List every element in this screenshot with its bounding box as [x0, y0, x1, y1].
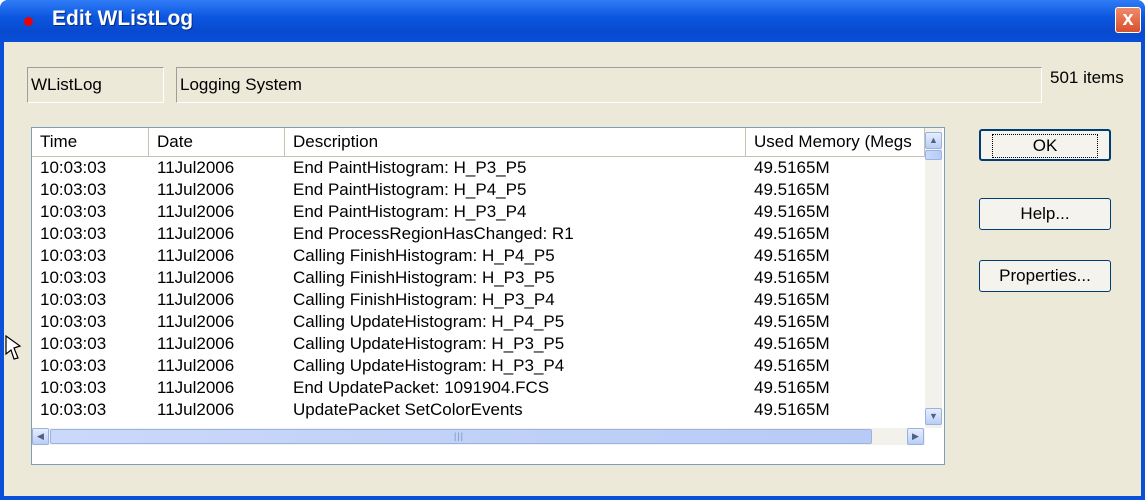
- cell-description: End PaintHistogram: H_P3_P4: [293, 202, 527, 221]
- scroll-right-button[interactable]: ▶: [907, 428, 924, 445]
- list-row[interactable]: 10:03:03 11Jul2006 UpdatePacket SetColorEv…: [32, 399, 942, 421]
- arrow-left-icon: ◀: [37, 431, 44, 441]
- scroll-grip: |||: [454, 431, 465, 441]
- vertical-scroll-thumb[interactable]: [925, 150, 942, 160]
- list-row[interactable]: 10:03:03 11Jul2006 End PaintHistogram: H_P…: [32, 179, 942, 201]
- list-rows: 10:03:03 11Jul2006 End PaintHistogram: H_P…: [32, 157, 942, 428]
- cell-time: 10:03:03: [40, 268, 107, 287]
- help-button[interactable]: Help...: [979, 198, 1111, 230]
- list-row[interactable]: 10:03:03 11Jul2006 End PaintHistogram: H_P…: [32, 157, 942, 179]
- cell-time: 10:03:03: [40, 246, 107, 265]
- cell-time: 10:03:03: [40, 378, 107, 397]
- cell-description: End PaintHistogram: H_P4_P5: [293, 180, 527, 199]
- arrow-down-icon: ▼: [929, 411, 938, 421]
- arrow-up-icon: ▲: [929, 135, 938, 145]
- cell-date: 11Jul2006: [157, 290, 235, 309]
- cell-memory: 49.5165M: [754, 224, 830, 243]
- arrow-right-icon: ▶: [912, 431, 919, 441]
- cell-memory: 49.5165M: [754, 312, 830, 331]
- list-row[interactable]: 10:03:03 11Jul2006 End ProcessRegionHasCha…: [32, 223, 942, 245]
- close-icon: x: [1122, 8, 1134, 30]
- cell-memory: 49.5165M: [754, 180, 830, 199]
- scroll-left-button[interactable]: ◀: [32, 428, 49, 445]
- cell-date: 11Jul2006: [157, 202, 235, 221]
- scroll-up-button[interactable]: ▲: [925, 132, 942, 149]
- cell-date: 11Jul2006: [157, 268, 235, 287]
- close-button[interactable]: x: [1115, 7, 1141, 33]
- cell-date: 11Jul2006: [157, 400, 235, 419]
- red-dot-icon: [24, 17, 33, 26]
- horizontal-scroll-thumb[interactable]: |||: [50, 429, 872, 444]
- column-header-memory[interactable]: Used Memory (Megs: [746, 128, 925, 157]
- cell-date: 11Jul2006: [157, 180, 235, 199]
- cell-memory: 49.5165M: [754, 268, 830, 287]
- list-row[interactable]: 10:03:03 11Jul2006 End UpdatePacket: 10919…: [32, 377, 942, 399]
- window-title: Edit WListLog: [52, 7, 194, 30]
- cell-time: 10:03:03: [40, 356, 107, 375]
- cell-memory: 49.5165M: [754, 158, 830, 177]
- cell-time: 10:03:03: [40, 334, 107, 353]
- dialog-window: Edit WListLog x WListLog Logging System …: [0, 0, 1145, 500]
- cell-description: End PaintHistogram: H_P3_P5: [293, 158, 527, 177]
- cell-date: 11Jul2006: [157, 246, 235, 265]
- scroll-down-button[interactable]: ▼: [925, 408, 942, 425]
- cell-description: Calling UpdateHistogram: H_P4_P5: [293, 312, 565, 331]
- cell-time: 10:03:03: [40, 224, 107, 243]
- cell-description: Calling UpdateHistogram: H_P3_P4: [293, 356, 565, 375]
- properties-button[interactable]: Properties...: [979, 260, 1111, 292]
- cell-description: Calling UpdateHistogram: H_P3_P5: [293, 334, 565, 353]
- mouse-pointer-icon: [5, 334, 22, 360]
- list-row[interactable]: 10:03:03 11Jul2006 Calling FinishHistogram…: [32, 289, 942, 311]
- description-field[interactable]: Logging System: [176, 67, 1042, 103]
- cell-time: 10:03:03: [40, 290, 107, 309]
- cell-date: 11Jul2006: [157, 158, 235, 177]
- cell-time: 10:03:03: [40, 312, 107, 331]
- column-header-date[interactable]: Date: [149, 128, 285, 157]
- cell-time: 10:03:03: [40, 158, 107, 177]
- cell-description: End UpdatePacket: 1091904.FCS: [293, 378, 550, 397]
- cell-date: 11Jul2006: [157, 224, 235, 243]
- cell-date: 11Jul2006: [157, 334, 235, 353]
- column-header-description[interactable]: Description: [285, 128, 746, 157]
- cell-memory: 49.5165M: [754, 334, 830, 353]
- ok-button[interactable]: OK: [979, 129, 1111, 161]
- dialog-client-area: WListLog Logging System 501 items Time D…: [4, 42, 1141, 496]
- vertical-scrollbar[interactable]: ▲ ▼: [925, 128, 942, 428]
- cell-memory: 49.5165M: [754, 400, 830, 419]
- cell-date: 11Jul2006: [157, 312, 235, 331]
- list-row[interactable]: 10:03:03 11Jul2006 Calling UpdateHistogram…: [32, 355, 942, 377]
- cell-time: 10:03:03: [40, 400, 107, 419]
- log-list[interactable]: Time Date Description Used Memory (Megs …: [31, 127, 945, 465]
- list-header: Time Date Description Used Memory (Megs: [32, 128, 942, 157]
- list-row[interactable]: 10:03:03 11Jul2006 Calling UpdateHistogram…: [32, 311, 942, 333]
- cell-time: 10:03:03: [40, 202, 107, 221]
- list-row[interactable]: 10:03:03 11Jul2006 Calling FinishHistogram…: [32, 267, 942, 289]
- list-row[interactable]: 10:03:03 11Jul2006 Calling FinishHistogram…: [32, 245, 942, 267]
- item-count: 501 items: [1050, 68, 1124, 87]
- name-field[interactable]: WListLog: [27, 67, 164, 103]
- cell-memory: 49.5165M: [754, 246, 830, 265]
- horizontal-scrollbar[interactable]: ◀ ||| ▶: [32, 428, 925, 445]
- cell-date: 11Jul2006: [157, 356, 235, 375]
- cell-memory: 49.5165M: [754, 378, 830, 397]
- cell-date: 11Jul2006: [157, 378, 235, 397]
- cell-description: UpdatePacket SetColorEvents: [293, 400, 523, 419]
- column-header-time[interactable]: Time: [32, 128, 149, 157]
- list-row[interactable]: 10:03:03 11Jul2006 End PaintHistogram: H_P…: [32, 201, 942, 223]
- title-bar[interactable]: Edit WListLog x: [0, 0, 1145, 42]
- cell-time: 10:03:03: [40, 180, 107, 199]
- cell-memory: 49.5165M: [754, 202, 830, 221]
- cell-memory: 49.5165M: [754, 290, 830, 309]
- cell-memory: 49.5165M: [754, 356, 830, 375]
- ok-button-label: OK: [991, 134, 1099, 158]
- list-row[interactable]: 10:03:03 11Jul2006 Calling UpdateHistogram…: [32, 333, 942, 355]
- cell-description: End ProcessRegionHasChanged: R1: [293, 224, 574, 243]
- cell-description: Calling FinishHistogram: H_P3_P5: [293, 268, 555, 287]
- cell-description: Calling FinishHistogram: H_P4_P5: [293, 246, 555, 265]
- cell-description: Calling FinishHistogram: H_P3_P4: [293, 290, 555, 309]
